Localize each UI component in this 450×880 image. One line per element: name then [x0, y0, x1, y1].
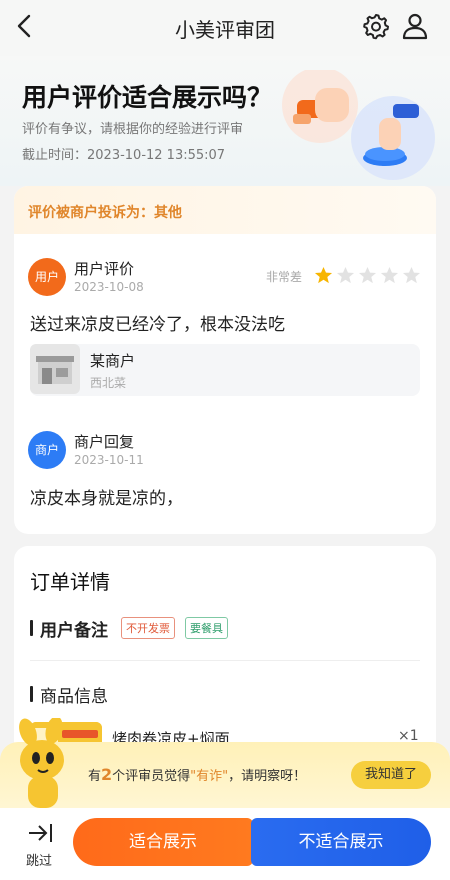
star-icon — [380, 266, 399, 284]
star-icon — [358, 266, 377, 284]
suitable-to-display-button[interactable]: 适合展示 — [73, 818, 253, 866]
skip-icon[interactable] — [28, 822, 54, 844]
merchant-avatar: 商户 — [28, 431, 66, 469]
merchant-reply-label: 商户回复 — [74, 433, 135, 451]
star-rating — [314, 266, 421, 285]
divider — [30, 660, 420, 661]
user-review-label: 用户评价 — [74, 260, 135, 278]
tag-no-invoice: 不开发票 — [121, 617, 175, 639]
gear-icon[interactable] — [362, 12, 390, 40]
question-title: 用户评价适合展示吗？ — [22, 83, 273, 112]
user-avatar: 用户 — [28, 258, 66, 296]
review-card: 评价被商户投诉为：其他 用户 用户评价 2023-10-08 非常差 送过来凉皮… — [14, 186, 436, 534]
complaint-reason-bar: 评价被商户投诉为：其他 — [14, 186, 436, 234]
kangaroo-mascot-icon — [19, 718, 64, 808]
tag-need-cutlery: 要餐具 — [185, 617, 228, 639]
user-profile-icon[interactable] — [400, 11, 430, 41]
product-section-label: 商品信息 — [40, 687, 108, 707]
user-review-date: 2023-10-08 — [74, 280, 144, 294]
warning-text: 有2个评审员觉得"有诈"，请明察呀！ — [88, 765, 307, 784]
bottom-action-bar: 跳过 适合展示 不适合展示 — [0, 808, 450, 880]
thumbs-press-illustration — [282, 70, 435, 180]
section-marker — [30, 620, 33, 636]
rating-label: 非常差 — [266, 270, 303, 284]
question-subtitle: 评价有争议，请根据你的经验进行评审 — [22, 122, 244, 137]
skip-button[interactable]: 跳过 — [26, 850, 52, 869]
remark-section-label: 用户备注 — [40, 621, 108, 641]
not-suitable-to-display-button[interactable]: 不适合展示 — [251, 818, 431, 866]
merchant-category: 西北菜 — [90, 376, 127, 390]
merchant-reply-text: 凉皮本身就是凉的， — [30, 489, 183, 509]
merchant-info-box[interactable]: 某商户 西北菜 — [30, 344, 420, 396]
got-it-button[interactable]: 我知道了 — [351, 761, 431, 789]
star-icon — [402, 266, 421, 284]
storefront-icon — [30, 344, 80, 394]
review-question-header: 用户评价适合展示吗？ 评价有争议，请根据你的经验进行评审 截止时间：2023-1… — [0, 56, 450, 186]
user-review-text: 送过来凉皮已经冷了，根本没法吃 — [30, 315, 285, 335]
merchant-name: 某商户 — [90, 352, 136, 370]
top-nav-bar: 小美评审团 — [0, 0, 450, 56]
merchant-reply-date: 2023-10-11 — [74, 453, 144, 467]
deadline-text: 截止时间：2023-10-12 13:55:07 — [22, 148, 226, 163]
section-marker — [30, 686, 33, 702]
order-details-title: 订单详情 — [30, 570, 110, 594]
star-icon — [336, 266, 355, 284]
star-icon — [314, 266, 333, 284]
